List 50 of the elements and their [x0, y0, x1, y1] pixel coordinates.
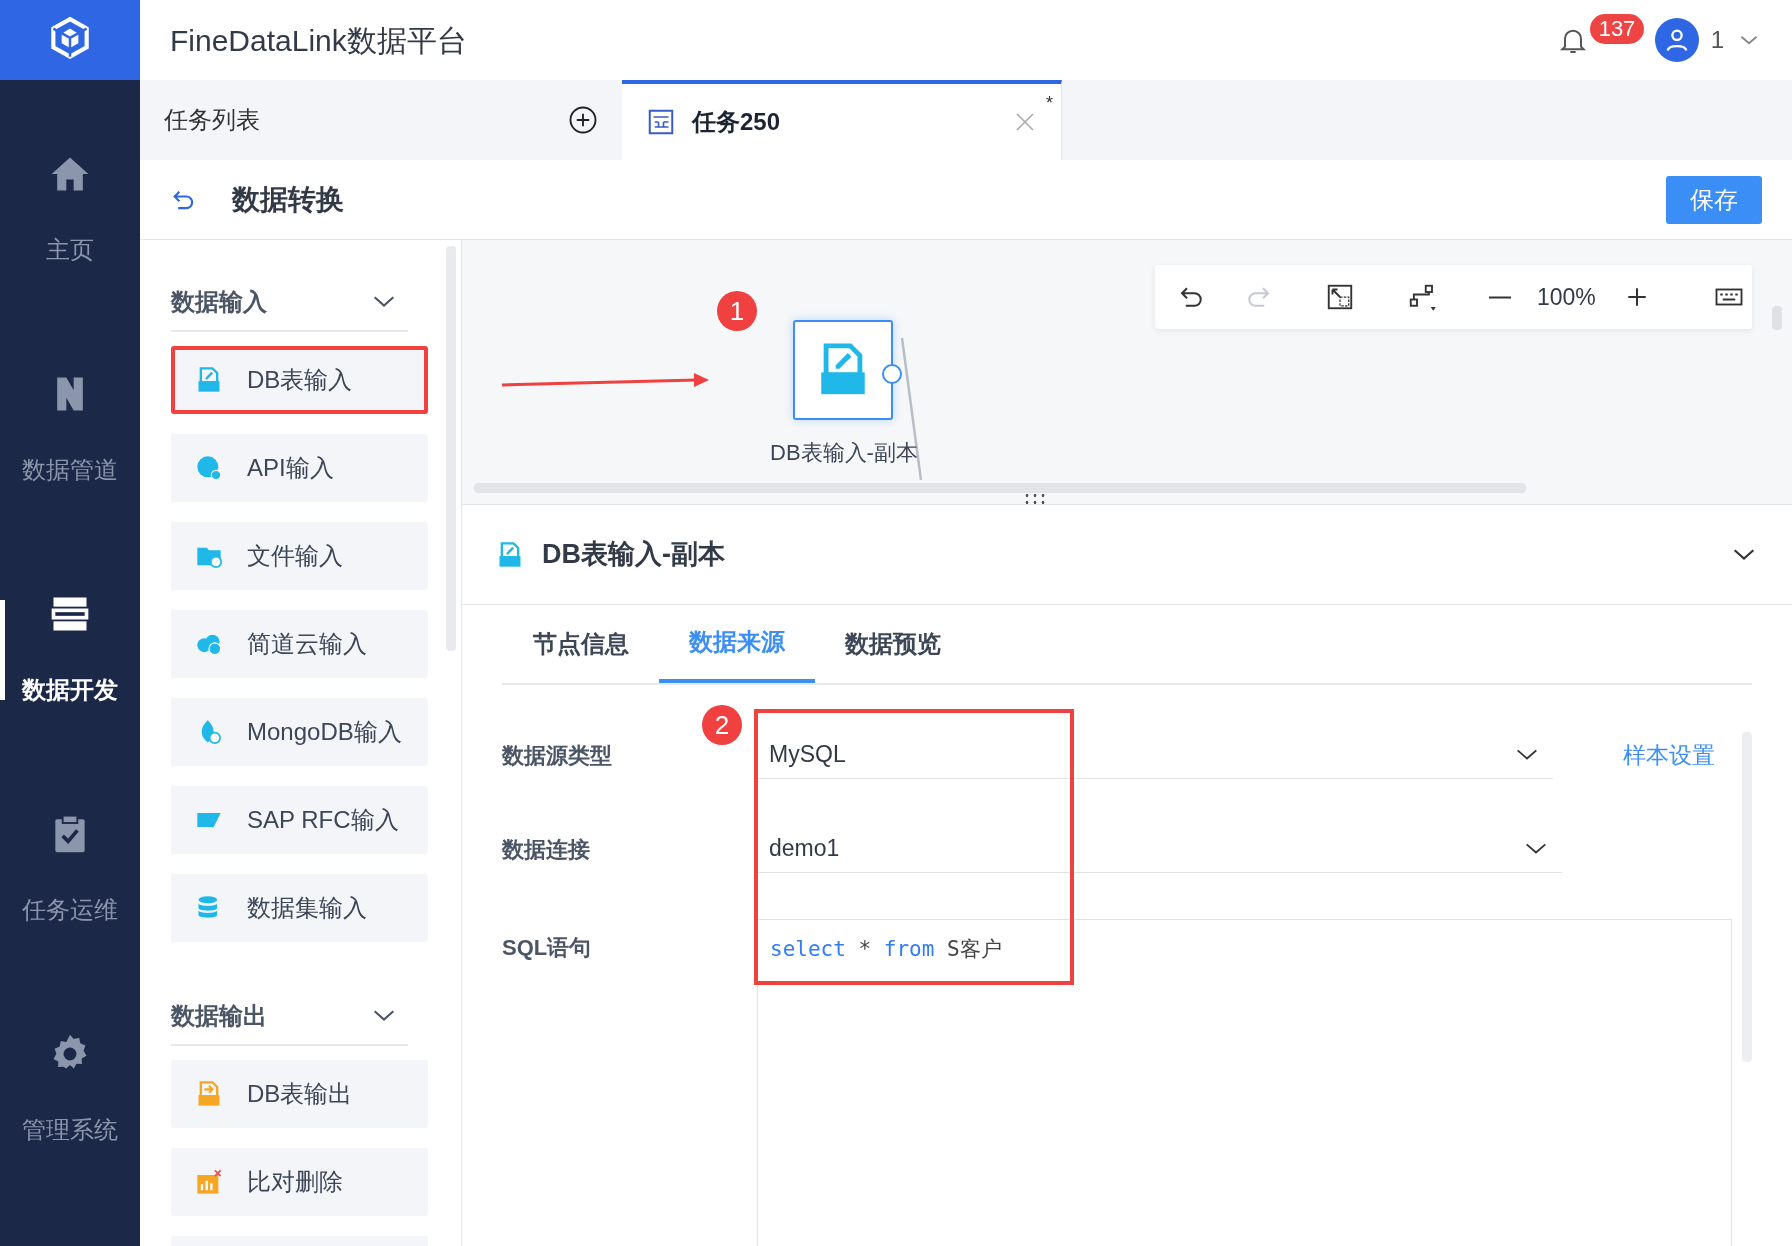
notification-badge: 137 — [1589, 14, 1645, 44]
node-type-item[interactable]: 比对删除 — [171, 1148, 428, 1216]
output-port[interactable] — [882, 364, 902, 384]
node-type-item[interactable]: 数据集输入 — [171, 874, 428, 942]
flow-doc-icon — [646, 107, 676, 137]
field-label: SQL语句 — [502, 934, 593, 962]
sql-code: select * from S客户 — [770, 937, 1002, 961]
node-type-item[interactable]: 简道云输入 — [171, 610, 428, 678]
node-type-item[interactable]: API输入 — [171, 434, 428, 502]
minus-icon — [1489, 295, 1511, 299]
fit-view-button[interactable] — [1325, 282, 1355, 312]
task-tab[interactable]: 任务250 * — [622, 80, 1062, 160]
user-menu[interactable]: 1 — [1654, 18, 1762, 62]
node-label: DB表输入-副本 — [769, 439, 919, 467]
panel-header[interactable]: DB表输入-副本 — [462, 505, 1792, 605]
scrollbar-thumb[interactable] — [474, 483, 1526, 493]
layout-button[interactable] — [1407, 282, 1437, 312]
nav-item[interactable]: 数据管道 — [0, 320, 140, 540]
zoom-out-button[interactable] — [1489, 295, 1511, 299]
node-type-item[interactable]: DB表输入 — [171, 346, 428, 414]
callout-badge: 2 — [702, 705, 742, 745]
add-circle-icon — [568, 105, 598, 135]
zoom-level: 100% — [1537, 282, 1596, 312]
section-header[interactable]: 数据输入 — [171, 274, 408, 332]
section-header[interactable]: 数据输出 — [171, 988, 408, 1046]
panel-tab[interactable]: 数据预览 — [815, 605, 971, 683]
node-type-item[interactable]: DB表输出 — [171, 1060, 428, 1128]
flow-canvas[interactable]: 100% DB表输入-副本 1 — [462, 240, 1792, 505]
bar-chart-icon — [195, 1168, 223, 1196]
dropdown-field[interactable]: demo1 — [757, 825, 1562, 873]
page-title: 数据转换 — [232, 182, 344, 217]
field-label: 数据连接 — [502, 835, 591, 864]
app-title: FineDataLink数据平台 — [170, 22, 467, 59]
dropdown-field[interactable]: MySQL — [757, 731, 1553, 779]
sql-editor[interactable]: select * from S客户 — [757, 919, 1732, 1246]
node-type-item[interactable]: 文件输入 — [171, 522, 428, 590]
nav-item[interactable]: 数据开发 — [0, 540, 140, 760]
nav-item[interactable]: 主页 — [0, 100, 140, 320]
layout-icon — [1407, 282, 1437, 312]
task-tab[interactable]: 任务列表 — [140, 80, 622, 160]
callout-badge: 1 — [717, 291, 757, 331]
nav-item[interactable]: 任务运维 — [0, 760, 140, 980]
node-type-item[interactable]: MongoDB输入 — [171, 698, 428, 766]
nav-item[interactable]: 管理系统 — [0, 980, 140, 1200]
node-type-item[interactable]: SAP RFC输入 — [171, 786, 428, 854]
modified-mark: * — [1046, 92, 1053, 115]
panel-tab[interactable]: 节点信息 — [503, 605, 659, 683]
fit-view-icon — [1325, 282, 1355, 312]
field-label: 数据源类型 — [502, 741, 613, 770]
flow-node[interactable] — [793, 320, 893, 420]
